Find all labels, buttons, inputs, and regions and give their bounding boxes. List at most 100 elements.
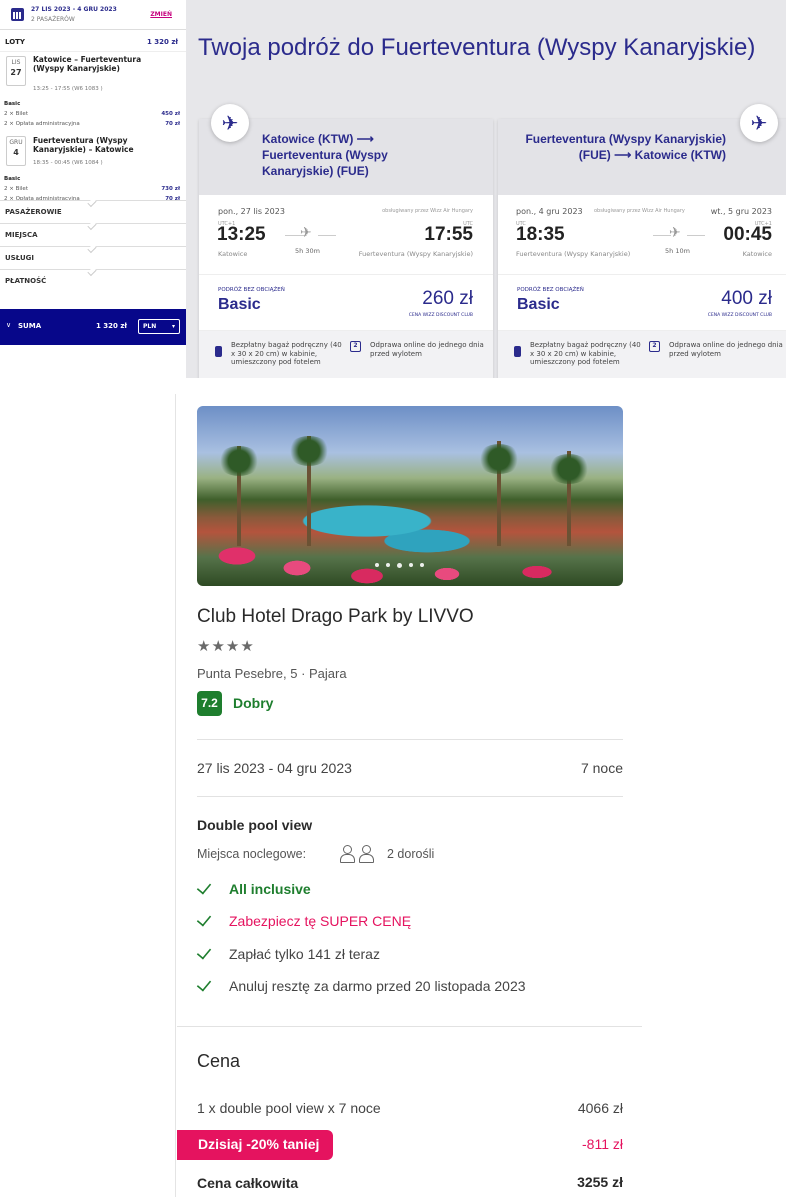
divider [197, 739, 623, 740]
departure-time: 13:25 [217, 224, 266, 245]
line-item-value: 450 zł [161, 111, 180, 117]
arrival-city: Katowice [742, 250, 772, 258]
hotel-name[interactable]: Club Hotel Drago Park by LIVVO [197, 606, 474, 628]
flight-date: pon., 27 lis 2023 [218, 207, 285, 216]
feature-text: Zabezpiecz tę SUPER CENĘ [229, 913, 412, 929]
flight-card-return: Fuerteventura (Wyspy Kanaryjskie) (FUE) … [498, 119, 786, 378]
fare-price[interactable]: PODRÓŻ BEZ OBCIĄŻEŃ Basic 400 zł CENA WI… [498, 275, 786, 331]
plane-icon: ✈ [300, 225, 312, 241]
route-line [318, 235, 336, 236]
line-item-value: 730 zł [161, 186, 180, 192]
flights-total: 1 320 zł [146, 38, 178, 46]
flights-label: LOTY [5, 38, 26, 46]
flight-duration: 5h 10m [665, 247, 690, 255]
carousel-dots[interactable] [375, 562, 424, 568]
cabin-bag-icon [514, 346, 521, 357]
adults-count: 2 dorośli [387, 847, 435, 861]
line-item-value: 70 zł [165, 121, 180, 127]
check-icon [196, 879, 212, 895]
leg-date-box: LIS 27 [6, 56, 26, 86]
flight-duration: 5h 30m [295, 247, 320, 255]
hotel-stars: ★★★★ [197, 637, 255, 655]
chevron-down-icon [87, 197, 97, 208]
palm-frond [217, 446, 261, 476]
leg-day: 27 [10, 68, 22, 77]
outbound-leg: LIS 27 Katowice – Fuerteventura (Wyspy K… [0, 52, 186, 128]
stay-nights: 7 noce [580, 760, 623, 776]
total-label: SUMA [18, 322, 42, 330]
check-icon [196, 944, 212, 960]
discount-badge: Dzisiaj -20% taniej [177, 1130, 333, 1160]
rating-label: Dobry [233, 695, 274, 711]
carousel-dot-active[interactable] [397, 562, 402, 568]
departure-time: 18:35 [516, 224, 565, 245]
divider [175, 394, 176, 1197]
arrival-time: 00:45 [723, 224, 772, 245]
leg-month: GRU [9, 139, 23, 146]
section-label: PASAŻEROWIE [5, 208, 62, 216]
discount-value: -811 zł [582, 1136, 623, 1152]
fare-caption: PODRÓŻ BEZ OBCIĄŻEŃ [218, 287, 285, 293]
palm-frond [477, 444, 521, 474]
change-link[interactable]: ZMIEŃ [150, 11, 172, 18]
flight-times: pon., 27 lis 2023 obsługiwany przez Wizz… [199, 195, 493, 275]
price-line-value: 4066 zł [577, 1100, 623, 1116]
rating-badge: 7.2 [197, 691, 222, 716]
stay-dates: 27 lis 2023 - 04 gru 2023 [197, 760, 352, 776]
leg-line-item: 2 × Bilet 450 zł [4, 111, 180, 117]
caret-down-icon: ▾ [171, 323, 175, 330]
discount-club-label: CENA WIZZ DISCOUNT CLUB [707, 313, 772, 318]
fare-amount: 400 zł [721, 288, 772, 309]
arrival-time: 17:55 [424, 224, 473, 245]
trip-dates: 27 LIS 2023 - 4 GRU 2023 [31, 6, 117, 13]
carousel-dot[interactable] [420, 563, 424, 567]
check-icon [196, 911, 212, 927]
arrival-city: Fuerteventura (Wyspy Kanaryjskie) [358, 250, 473, 258]
cabin-bag-text: Bezpłatny bagaż podręczny (40 x 30 x 20 … [530, 341, 641, 366]
leg-date-box: GRU 4 [6, 136, 26, 166]
flight-times: pon., 4 gru 2023 obsługiwany przez Wizz … [498, 195, 786, 275]
room-type: Double pool view [197, 817, 313, 833]
flight-card-outbound: Katowice (KTW) ⟶ Fuerteventura (Wyspy Ka… [199, 119, 493, 378]
palm-frond [547, 454, 591, 484]
section-label: MIEJSCA [5, 231, 38, 239]
discount-club-label: CENA WIZZ DISCOUNT CLUB [408, 313, 473, 318]
leg-route: Fuerteventura (Wyspy Kanaryjskie) – Kato… [33, 136, 134, 154]
hotel-address: Punta Pesebre, 5 · Pajara [197, 666, 347, 681]
currency-select[interactable]: PLN ▾ [138, 319, 180, 334]
flight-date: pon., 4 gru 2023 [516, 207, 583, 216]
chevron-down-icon [87, 266, 97, 277]
fare-price[interactable]: PODRÓŻ BEZ OBCIĄŻEŃ Basic 260 zł CENA WI… [199, 275, 493, 331]
leg-month: LIS [11, 59, 21, 66]
price-line-label: 1 x double pool view x 7 noce [197, 1100, 381, 1116]
flight-booking-panel: 27 LIS 2023 - 4 GRU 2023 2 PASAŻERÓW ZMI… [0, 0, 786, 378]
page-title: Twoja podróż do Fuerteventura (Wyspy Kan… [198, 34, 756, 61]
section-passengers[interactable]: PASAŻEROWIE [0, 197, 186, 223]
section-label: PŁATNOŚĆ [5, 277, 47, 285]
leg-line-item: 2 × Opłata administracyjna 70 zł [4, 121, 180, 127]
passenger-count: 2 PASAŻERÓW [31, 16, 75, 23]
arrival-date: wt., 5 gru 2023 [710, 207, 772, 216]
booking-summary-sidebar: 27 LIS 2023 - 4 GRU 2023 2 PASAŻERÓW ZMI… [0, 0, 186, 378]
total-bar[interactable]: ∨ SUMA 1 320 zł PLN ▾ [0, 309, 186, 345]
divider [177, 1026, 642, 1027]
fare-benefits: Bezpłatny bagaż podręczny (40 x 30 x 20 … [199, 331, 493, 378]
section-label: USŁUGI [5, 254, 35, 262]
section-services[interactable]: USŁUGI [0, 243, 186, 269]
carousel-dot[interactable] [386, 563, 390, 567]
line-item-label: 2 × Bilet [4, 186, 28, 192]
cabin-bag-text: Bezpłatny bagaż podręczny (40 x 30 x 20 … [231, 341, 342, 366]
carousel-dot[interactable] [409, 563, 413, 567]
carousel-dot[interactable] [375, 563, 379, 567]
section-seats[interactable]: MIEJSCA [0, 220, 186, 246]
hotel-photo-carousel[interactable] [197, 406, 623, 586]
section-payment[interactable]: PŁATNOŚĆ [0, 266, 186, 292]
currency-value: PLN [143, 323, 157, 330]
operator: obsługiwany przez Wizz Air Hungary [382, 208, 473, 214]
feature-text: All inclusive [229, 881, 311, 897]
departure-city: Katowice [218, 250, 248, 258]
fare-name: Basic [517, 296, 560, 313]
leg-time: 18:35 - 00:45 (W6 1084 ) [33, 160, 103, 166]
flight-route: Fuerteventura (Wyspy Kanaryjskie) (FUE) … [525, 132, 726, 162]
leg-fare: Basic [4, 176, 21, 182]
